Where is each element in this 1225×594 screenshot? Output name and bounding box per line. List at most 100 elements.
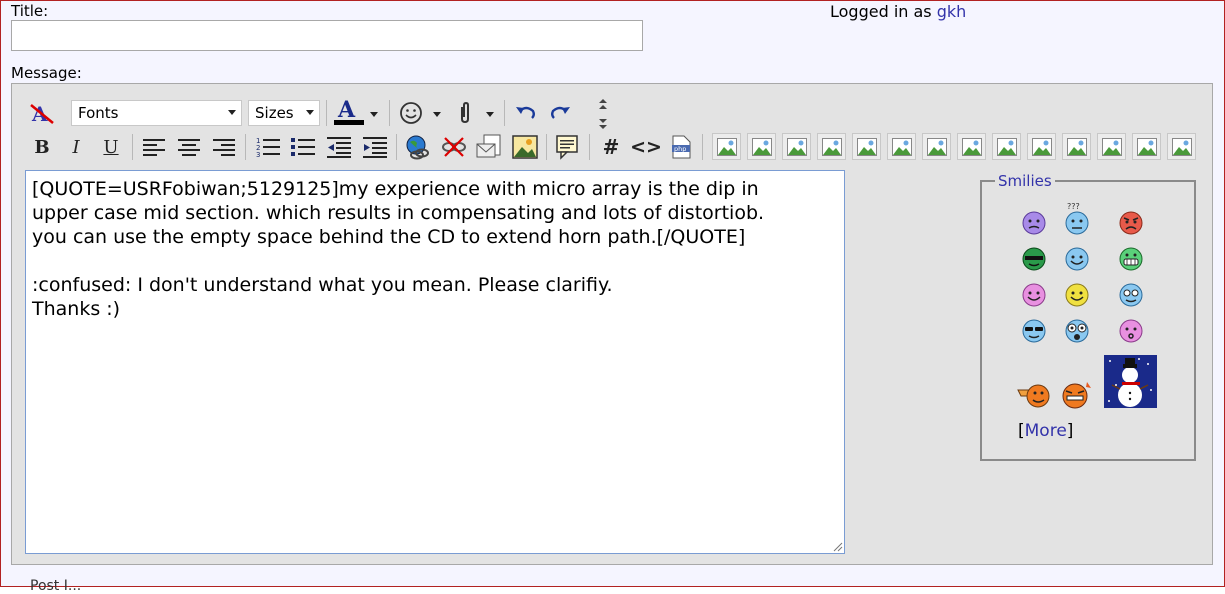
wrap-code-hash-button[interactable]: # xyxy=(596,133,626,161)
insert-link-button[interactable] xyxy=(403,133,433,161)
bold-button[interactable]: B xyxy=(27,133,57,161)
broken-image-icon xyxy=(997,138,1017,156)
attachment-button[interactable] xyxy=(450,99,480,127)
custom-bbcode-button[interactable] xyxy=(852,133,881,160)
insert-smilie-button[interactable] xyxy=(396,99,426,127)
smilie-dropdown[interactable] xyxy=(429,106,445,122)
question-smiley-icon[interactable]: ??? xyxy=(1064,202,1090,236)
remove-format-button[interactable]: A xyxy=(27,99,57,127)
toolbar-separator xyxy=(245,134,246,160)
custom-bbcode-button[interactable] xyxy=(887,133,916,160)
text-color-button[interactable]: A xyxy=(332,98,366,126)
cool-blue-smiley-icon[interactable] xyxy=(1118,282,1144,308)
broken-image-icon xyxy=(1172,138,1192,156)
resize-editor-button[interactable] xyxy=(589,98,617,130)
numbered-list-icon: 123 xyxy=(256,137,280,158)
align-right-button[interactable] xyxy=(209,133,239,161)
redo-button[interactable] xyxy=(545,99,575,127)
eek-smiley-icon[interactable] xyxy=(1064,318,1090,344)
email-icon xyxy=(476,134,501,158)
bold-icon: B xyxy=(34,136,50,158)
indent-button[interactable] xyxy=(360,133,390,161)
svg-text:A: A xyxy=(337,98,356,123)
undo-button[interactable] xyxy=(511,99,541,127)
italic-icon: I xyxy=(72,136,80,158)
toolbar-separator xyxy=(326,100,327,126)
custom-bbcode-button[interactable] xyxy=(1027,133,1056,160)
remove-link-button[interactable] xyxy=(439,133,469,161)
title-input[interactable] xyxy=(11,20,643,51)
font-select[interactable]: Fonts xyxy=(71,100,242,126)
more-smilies-link[interactable]: More xyxy=(1025,421,1067,441)
mad-smiley-icon[interactable] xyxy=(1118,210,1144,236)
custom-bbcode-button[interactable] xyxy=(922,133,951,160)
insert-email-button[interactable] xyxy=(474,133,504,161)
wrap-php-button[interactable]: php xyxy=(666,133,696,161)
code-icon: <> xyxy=(630,136,662,158)
attachment-dropdown[interactable] xyxy=(482,106,498,122)
username-link[interactable]: gkh xyxy=(937,2,967,21)
login-status: Logged in as gkh xyxy=(830,2,966,21)
message-textarea[interactable]: [QUOTE=USRFobiwan;5129125]my experience … xyxy=(25,170,845,554)
underline-button[interactable]: U xyxy=(96,133,126,161)
green-smiley-icon[interactable] xyxy=(1021,246,1047,272)
more-open-bracket: [ xyxy=(1018,421,1025,441)
custom-bbcode-button[interactable] xyxy=(712,133,741,160)
indent-icon xyxy=(363,137,387,158)
toolbar-separator xyxy=(702,134,703,160)
smilies-legend: Smilies xyxy=(995,172,1055,190)
numbered-list-button[interactable]: 123 xyxy=(253,133,283,161)
underline-icon: U xyxy=(103,136,119,158)
confused-smiley-icon[interactable] xyxy=(1021,210,1047,236)
svg-text:3: 3 xyxy=(256,151,260,158)
custom-bbcode-button[interactable] xyxy=(782,133,811,160)
chevron-down-icon xyxy=(228,110,236,115)
sunglasses-smiley-icon[interactable] xyxy=(1021,318,1047,344)
devil-smiley-icon[interactable] xyxy=(1061,380,1093,410)
undo-icon xyxy=(516,106,535,119)
align-center-button[interactable] xyxy=(174,133,204,161)
size-select-value: Sizes xyxy=(255,104,294,122)
more-close-bracket: ] xyxy=(1066,421,1074,441)
text-color-dropdown[interactable] xyxy=(366,106,382,122)
text-color-icon: A xyxy=(334,98,364,125)
globe-link-icon xyxy=(406,135,429,160)
custom-bbcode-button[interactable] xyxy=(1062,133,1091,160)
pink-smiley-icon[interactable] xyxy=(1021,282,1047,308)
resize-grip-icon[interactable] xyxy=(833,542,843,552)
custom-bbcode-button[interactable] xyxy=(1132,133,1161,160)
font-select-value: Fonts xyxy=(78,104,119,122)
blue-smiley-icon[interactable] xyxy=(1064,246,1090,272)
custom-bbcode-button[interactable] xyxy=(957,133,986,160)
custom-bbcode-button[interactable] xyxy=(1167,133,1196,160)
broken-image-icon xyxy=(857,138,877,156)
logged-in-text: Logged in as xyxy=(830,2,937,21)
grin-smiley-icon[interactable] xyxy=(1118,246,1144,272)
paperclip-icon xyxy=(461,101,469,124)
custom-bbcode-button[interactable] xyxy=(992,133,1021,160)
wrap-quote-button[interactable] xyxy=(552,133,582,161)
align-left-button[interactable] xyxy=(139,133,169,161)
quote-icon xyxy=(556,135,578,160)
pointing-smiley-icon[interactable] xyxy=(1017,382,1051,410)
happy-smiley-icon[interactable] xyxy=(1064,282,1090,308)
align-center-icon xyxy=(178,139,200,156)
chevron-down-icon xyxy=(370,111,378,117)
custom-bbcode-button[interactable] xyxy=(817,133,846,160)
svg-text:php: php xyxy=(674,145,686,153)
message-label: Message: xyxy=(11,64,82,82)
outdent-button[interactable] xyxy=(324,133,354,161)
toolbar-separator xyxy=(396,134,397,160)
bullet-list-button[interactable] xyxy=(288,133,318,161)
toolbar-separator xyxy=(132,134,133,160)
insert-image-button[interactable] xyxy=(510,133,540,161)
custom-bbcode-button[interactable] xyxy=(747,133,776,160)
wrap-code-button[interactable]: <> xyxy=(630,133,662,161)
custom-bbcode-button[interactable] xyxy=(1097,133,1126,160)
kiss-smiley-icon[interactable] xyxy=(1118,318,1144,344)
size-select[interactable]: Sizes xyxy=(248,100,320,126)
broken-image-icon xyxy=(752,138,772,156)
italic-button[interactable]: I xyxy=(61,133,91,161)
unlink-icon xyxy=(442,137,466,157)
snowman-smiley-icon[interactable] xyxy=(1104,355,1157,408)
